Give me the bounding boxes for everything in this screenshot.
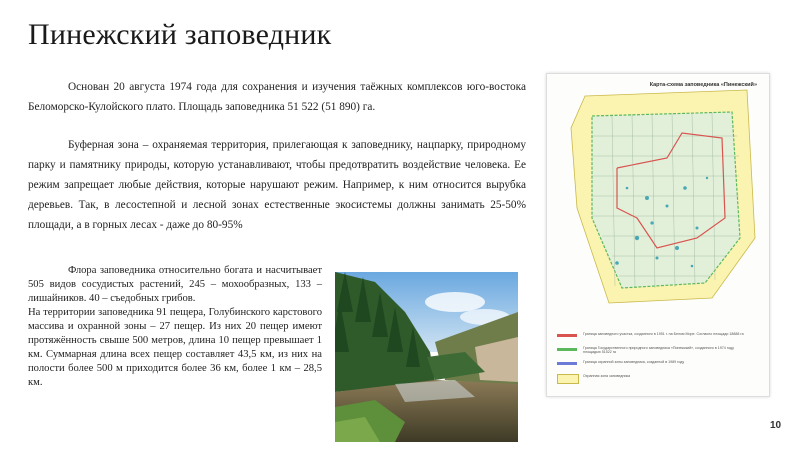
legend-swatch: [557, 374, 579, 384]
legend-text: Охранная зона заповедника: [583, 374, 631, 378]
flora-caves-text: Флора заповедника относительно богата и …: [28, 264, 322, 390]
legend-swatch: [557, 362, 577, 365]
page-title: Пинежский заповедник: [28, 18, 332, 51]
map-legend-item: Граница охранной зоны заповедника, созда…: [557, 360, 757, 368]
flora-paragraph: Флора заповедника относительно богата и …: [28, 265, 322, 304]
map-legend-item: Граница заповедного участка, созданного …: [557, 332, 757, 340]
legend-swatch: [557, 334, 577, 337]
slide: Пинежский заповедник Основан 20 августа …: [0, 0, 800, 450]
map-legend-item: Граница Государственного природного запо…: [557, 346, 757, 354]
legend-text: Граница Государственного природного запо…: [583, 346, 735, 354]
founding-paragraph: Основан 20 августа 1974 года для сохране…: [28, 81, 526, 113]
reserve-map-image: Карта-схема заповедника «Пинежский» Гран…: [546, 73, 770, 397]
legend-text: Граница заповедного участка, созданного …: [583, 332, 744, 336]
reserve-area: [591, 111, 741, 289]
legend-swatch: [557, 348, 577, 351]
legend-text: Граница охранной зоны заповедника, созда…: [583, 360, 685, 364]
river-photo: [335, 272, 518, 442]
buffer-zone-paragraph: Буферная зона – охраняемая территория, п…: [28, 139, 526, 231]
caves-paragraph: На территории заповедника 91 пещера, Гол…: [28, 307, 322, 388]
map-legend-item: Охранная зона заповедника: [557, 374, 757, 384]
page-number: 10: [770, 420, 782, 431]
river-landscape-graphic: [335, 272, 518, 442]
map-graphic: [570, 89, 756, 304]
